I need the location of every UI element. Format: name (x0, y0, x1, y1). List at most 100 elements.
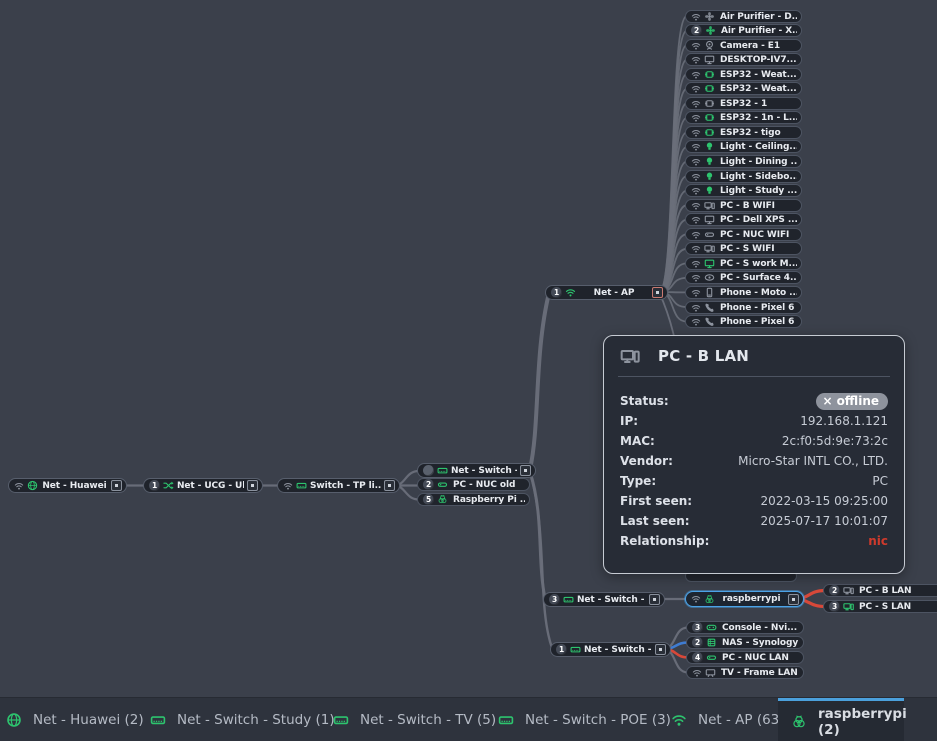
panel-field-value: 2025-07-17 10:01:07 (761, 514, 888, 528)
wifi-icon (691, 215, 701, 225)
pc-icon (620, 346, 640, 366)
wifi-icon (691, 186, 701, 196)
node-label: Light - Ceiling... (720, 142, 797, 152)
edge-study-netap (530, 293, 549, 469)
node-ap-child-8[interactable]: ESP32 - tigo (685, 126, 802, 139)
switch-icon (563, 594, 574, 605)
node-raspberrypi[interactable]: raspberrypi (685, 591, 804, 607)
node-ap-child-21[interactable]: Phone - Pixel 6 (685, 315, 802, 328)
node-ap-child-10[interactable]: Light - Dining ... (685, 155, 802, 168)
node-pc-s-lan[interactable]: 3PC - S LAN (823, 600, 937, 613)
node-ap-child-15[interactable]: PC - NUC WIFI (685, 228, 802, 241)
node-pc-b-lan[interactable]: 2PC - B LAN (823, 584, 937, 597)
node-tv-frame-lan[interactable]: TV - Frame LAN (686, 666, 804, 679)
tab-raspberrypi-2[interactable]: raspberrypi (2) (778, 698, 904, 741)
expand-button[interactable] (384, 480, 395, 491)
node-label: Raspberry Pi ... (453, 495, 525, 505)
node-ap-child-17[interactable]: PC - S work M... (685, 257, 802, 270)
node-ap-child-11[interactable]: Light - Sidebo... (685, 170, 802, 183)
panel-field-value: nic (868, 534, 888, 548)
node-ap-child-13[interactable]: PC - B WIFI (685, 199, 802, 212)
panel-row: MAC:2c:f0:5d:9e:73:2c (620, 431, 888, 451)
node-ap-child-20[interactable]: Phone - Pixel 6 (685, 301, 802, 314)
wifi-icon (691, 55, 701, 65)
wifi-icon (691, 288, 701, 298)
node-label: PC - S LAN (859, 602, 937, 612)
node-ap-child-6[interactable]: ESP32 - 1 (685, 97, 802, 110)
link-count-badge: 4 (692, 652, 703, 663)
node-console-nvidia[interactable]: 3Console - Nvi... (686, 621, 804, 634)
switch-icon (498, 712, 514, 728)
node-label: Switch - TP li... (310, 481, 381, 491)
panel-field-label: Last seen: (620, 514, 690, 528)
node-ap-child-2[interactable]: Camera - E1 (685, 39, 802, 52)
node-label: Phone - Moto ... (720, 288, 797, 298)
expand-button[interactable] (655, 644, 666, 655)
edge-study-switch-poe (530, 472, 552, 648)
node-ap-child-0[interactable]: Air Purifier - D... (685, 10, 802, 23)
link-count-badge: 3 (692, 622, 703, 633)
panel-row: Status:×offline (620, 391, 888, 411)
node-ap-child-4[interactable]: ESP32 - Weat... (685, 68, 802, 81)
node-ap-child-9[interactable]: Light - Ceiling... (685, 140, 802, 153)
expand-button[interactable] (520, 465, 531, 476)
wifi-icon (692, 668, 702, 678)
tab-label: Net - Huawei (2) (33, 712, 144, 728)
node-ap-child-7[interactable]: ESP32 - 1n - L... (685, 111, 802, 124)
node-label: Light - Study ... (720, 186, 797, 196)
expand-button[interactable] (247, 480, 258, 491)
camera-icon (704, 40, 715, 51)
link-count-badge: 2 (691, 25, 702, 36)
node-net-switch-poe[interactable]: 1Net - Switch - ... (550, 642, 671, 657)
node-pc-nuc-lan[interactable]: 4PC - NUC LAN (686, 651, 804, 664)
expand-button[interactable] (649, 594, 660, 605)
node-label: PC - S work M... (720, 259, 797, 269)
node-ap-child-1[interactable]: 2 Air Purifier - X... (685, 24, 802, 37)
link-count-badge: 2 (692, 637, 703, 648)
expand-button[interactable] (111, 480, 122, 491)
panel-field-label: IP: (620, 414, 638, 428)
node-label: Camera - E1 (720, 41, 797, 51)
panel-field-label: Vendor: (620, 454, 673, 468)
panel-row: Last seen: 2025-07-17 10:01:07 (620, 511, 888, 531)
node-net-switch-tv[interactable]: 3Net - Switch - ... (543, 592, 665, 607)
pc-icon (704, 200, 715, 211)
tab-net-switch-study-1[interactable]: Net - Switch - Study (1) (150, 698, 335, 741)
node-ap-child-5[interactable]: ESP32 - Weat... (685, 82, 802, 95)
node-raspberry-pi-child[interactable]: 5Raspberry Pi ... (417, 493, 530, 506)
node-switch-tp[interactable]: Switch - TP li... (277, 478, 400, 493)
node-ap-child-19[interactable]: Phone - Moto ... (685, 286, 802, 299)
wifi-icon (691, 99, 701, 109)
node-label: Net - UCG - Ul... (177, 481, 244, 491)
node-label: PC - B LAN (859, 586, 937, 596)
bottom-tab-bar: Net - Huawei (2) Net - Switch - Study (1)… (0, 697, 937, 741)
node-ap-child-3[interactable]: DESKTOP-IV7... (685, 53, 802, 66)
node-label: Light - Dining ... (720, 157, 797, 167)
tab-net-switch-poe-3[interactable]: Net - Switch - POE (3) (498, 698, 671, 741)
tab-net-huawei-2[interactable]: Net - Huawei (2) (6, 698, 144, 741)
wifi-icon (283, 481, 293, 491)
wifi-icon (691, 201, 701, 211)
tab-net-ap-63[interactable]: Net - AP (63) (671, 698, 785, 741)
node-pc-nuc-old[interactable]: 2PC - NUC old (417, 478, 530, 491)
node-label: Net - Switch - ... (577, 595, 646, 605)
node-ap-child-18[interactable]: PC - Surface 4... (685, 271, 802, 284)
node-ap-child-12[interactable]: Light - Study ... (685, 184, 802, 197)
node-label: PC - S WIFI (720, 244, 797, 254)
node-net-switch-study[interactable]: Net - Switch - ... (417, 463, 536, 478)
node-label: Air Purifier - X... (721, 26, 797, 36)
node-net-huawei[interactable]: Net - Huawei (8, 478, 127, 493)
expand-button[interactable] (652, 287, 663, 298)
node-label: Air Purifier - D... (720, 12, 797, 22)
chip-icon (704, 69, 715, 80)
panel-field-value: Micro-Star INTL CO., LTD. (738, 454, 888, 468)
link-count-badge: 1 (551, 287, 562, 298)
node-ap-child-16[interactable]: PC - S WIFI (685, 242, 802, 255)
node-net-ucg[interactable]: 1Net - UCG - Ul... (143, 478, 263, 493)
tab-net-switch-tv-5[interactable]: Net - Switch - TV (5) (333, 698, 496, 741)
node-ap-child-14[interactable]: PC - Dell XPS ... (685, 213, 802, 226)
node-net-ap[interactable]: 1Net - AP (545, 285, 668, 300)
node-nas-synology[interactable]: 2NAS - Synology (686, 636, 804, 649)
expand-button[interactable] (788, 594, 799, 605)
wifi-icon (691, 273, 701, 283)
